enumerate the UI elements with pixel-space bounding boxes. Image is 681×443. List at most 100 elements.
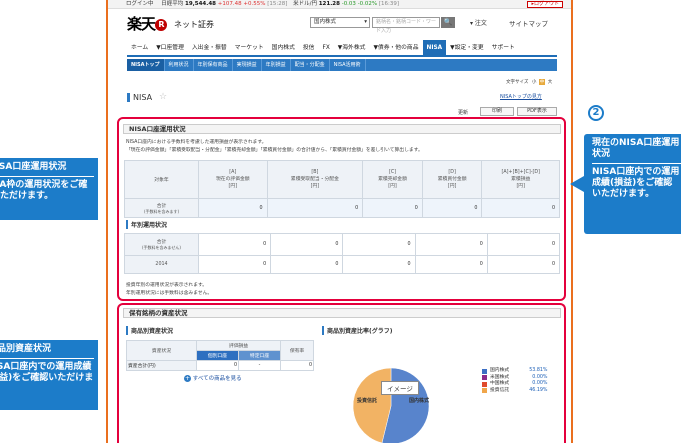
cell: 0 [195,360,240,371]
legend-swatch [482,375,487,381]
nisa-top-guide-link[interactable]: NISAトップの見方 [500,93,542,100]
col-unit: [円] [228,184,238,189]
nav-item[interactable]: サポート [488,40,519,55]
cell: 0 [280,360,314,371]
font-size-large[interactable]: 大 [547,79,554,85]
total-label: 合計 [156,203,167,209]
see-all-products-link[interactable]: + すべての商品を見る [184,374,242,382]
rakuten-logo[interactable]: 楽天 R [127,13,168,34]
pie-label-domestic: 国内株式 [409,398,430,404]
nav-item[interactable]: 投信 [299,40,319,55]
ratio-subtitle: 商品別資産比率(グラフ) [322,326,393,335]
subnav-item[interactable]: NISAトップ [127,59,165,71]
market-select[interactable]: 国内株式 ▾ [310,17,370,28]
nav-item[interactable]: ▼債券・他の商品 [369,40,422,55]
callout-divider [0,358,94,359]
col-hold: 保有率 [280,340,314,361]
print-button[interactable]: 印刷 [480,107,514,116]
subnav-item[interactable]: 実現損益 [233,59,262,71]
cell: 0 [198,198,268,218]
update-link[interactable]: 更新 [458,109,468,116]
total-sub: (手数料を含みません) [141,245,181,250]
cell: 0 [486,255,561,274]
col-eval-individual[interactable]: 個別口座 [195,350,240,361]
yearly-table: 合計 (手数料を含みません) 0 0 0 0 0 2014 0 0 0 0 0 [124,233,561,274]
nav-item[interactable]: NISA [422,40,447,55]
col-eval-amount: [A] 現在の評価金額 [円] [198,160,268,199]
pie-image-label: イメージ [381,381,419,395]
brand-name: ネット証券 [174,20,214,29]
search-button[interactable]: 🔍 [441,17,455,28]
total-label: 合計 [156,240,167,245]
star-icon[interactable]: ☆ [159,92,167,102]
cell: 0 [362,198,423,218]
usdjpy-time: [16:39] [378,1,400,7]
legend-swatch [482,381,487,387]
yearly-subtitle: 年別運用状況 [126,220,167,229]
nav-item[interactable]: マーケット [231,40,268,55]
callout-number-badge: 2 [588,105,604,121]
col-eval-specific[interactable]: 特定口座 [238,350,282,361]
nikkei-pct: +0.55% [243,1,266,7]
table-row: 2014 0 0 0 0 0 [124,255,561,274]
col-unit: [円] [388,184,397,189]
callout-title: 商品別資産状況 [0,344,52,354]
cell: 0 [414,255,488,274]
pie-label-funds: 投資信託 [357,398,378,404]
nikkei-label: 日経平均 [161,1,184,7]
cell: 0 [270,255,344,274]
yearly-total-label: 合計 (手数料を含みません) [124,233,199,256]
order-menu[interactable]: ▾ 注文 [470,18,487,27]
cell: 0 [266,198,364,218]
callout-body: NISA枠の運用状況をご確認いただけます。 [0,180,88,201]
col-total-pl: [A]+[B]+[C]-[D] 累積損益 [円] [481,160,560,199]
pdf-button[interactable]: PDF表示 [517,107,557,116]
cell: 0 [197,233,272,256]
nav-item[interactable]: FX [318,40,333,55]
col-unit: [円] [447,184,457,189]
logout-label: ログアウト [533,1,559,7]
nav-item[interactable]: ホーム [127,40,152,55]
legend-label: 投資信託 [490,387,510,393]
search-input[interactable]: 銘柄名・銘柄コード・ワード入力 [372,17,440,34]
cell: 0 [342,255,416,274]
legend-item: 投資信託 46.19% [482,388,548,395]
nav-item[interactable]: ▼口座管理 [152,40,188,55]
page-title: NISA [127,93,152,102]
legend-swatch [482,388,487,394]
page-border-left [106,0,108,443]
col-eval: 評価損益 [195,340,282,351]
col-target-year: 対象年 [124,160,199,199]
global-nav: ホーム ▼口座管理 入出金・振替 マーケット 国内株式 投信 FX ▼海外株式 ▼債券・他の商品… [127,40,557,57]
col-asset: 資産状況 [126,340,197,361]
nav-item[interactable]: ▼設定・変更 [446,40,487,55]
nikkei-change: +107.48 [217,1,242,7]
usage-footnote-1: 投資年別の運用状況が表示されます。 [126,283,208,288]
font-size-small[interactable]: 小 [531,79,538,85]
table-row: 資産合計(円) 0 - 0 [126,360,314,371]
nav-item[interactable]: 国内株式 [268,40,299,55]
font-size-switcher: 文字サイズ 小 中 大 [505,79,553,85]
subnav-item[interactable]: 年別保有商品 [194,59,233,71]
subnav-item[interactable]: 配当・分配金 [291,59,330,71]
col-name: 累積売却金額 [378,177,407,182]
subnav-item[interactable]: NISA活用術 [330,59,366,71]
logout-button[interactable]: ▸ログアウト [527,1,563,8]
table-row: 合計 (手数料を含みます) 0 0 0 0 0 [124,198,560,218]
ticker-bar: ログイン中 日経平均 19,544.48 +107.48 +0.55% [15:… [108,0,571,9]
usage-footnote-2: 年別運用状況には手数料は含みません。 [126,291,213,296]
nav-item[interactable]: ▼海外株式 [334,40,370,55]
cell: 0 [270,233,344,256]
legend-swatch [482,368,487,374]
subnav-item[interactable]: 利用状況 [165,59,194,71]
nav-item[interactable]: 入出金・振替 [188,40,231,55]
usdjpy-change: -0.03 [341,1,356,7]
callout-divider [0,176,94,177]
usage-table: 対象年 [A] 現在の評価金額 [円] [B] 累積受取配当・分配金 [円] [C] 累積… [124,160,560,218]
sitemap-link[interactable]: サイトマップ [509,18,548,28]
page-border-right [571,0,573,443]
product-table: 資産状況 評価損益 保有率 個別口座 特定口座 資産合計(円) 0 - 0 [126,340,314,371]
subnav-item[interactable]: 年別損益 [262,59,291,71]
font-size-medium[interactable]: 中 [538,79,546,85]
logo-r-icon: R [155,19,168,31]
